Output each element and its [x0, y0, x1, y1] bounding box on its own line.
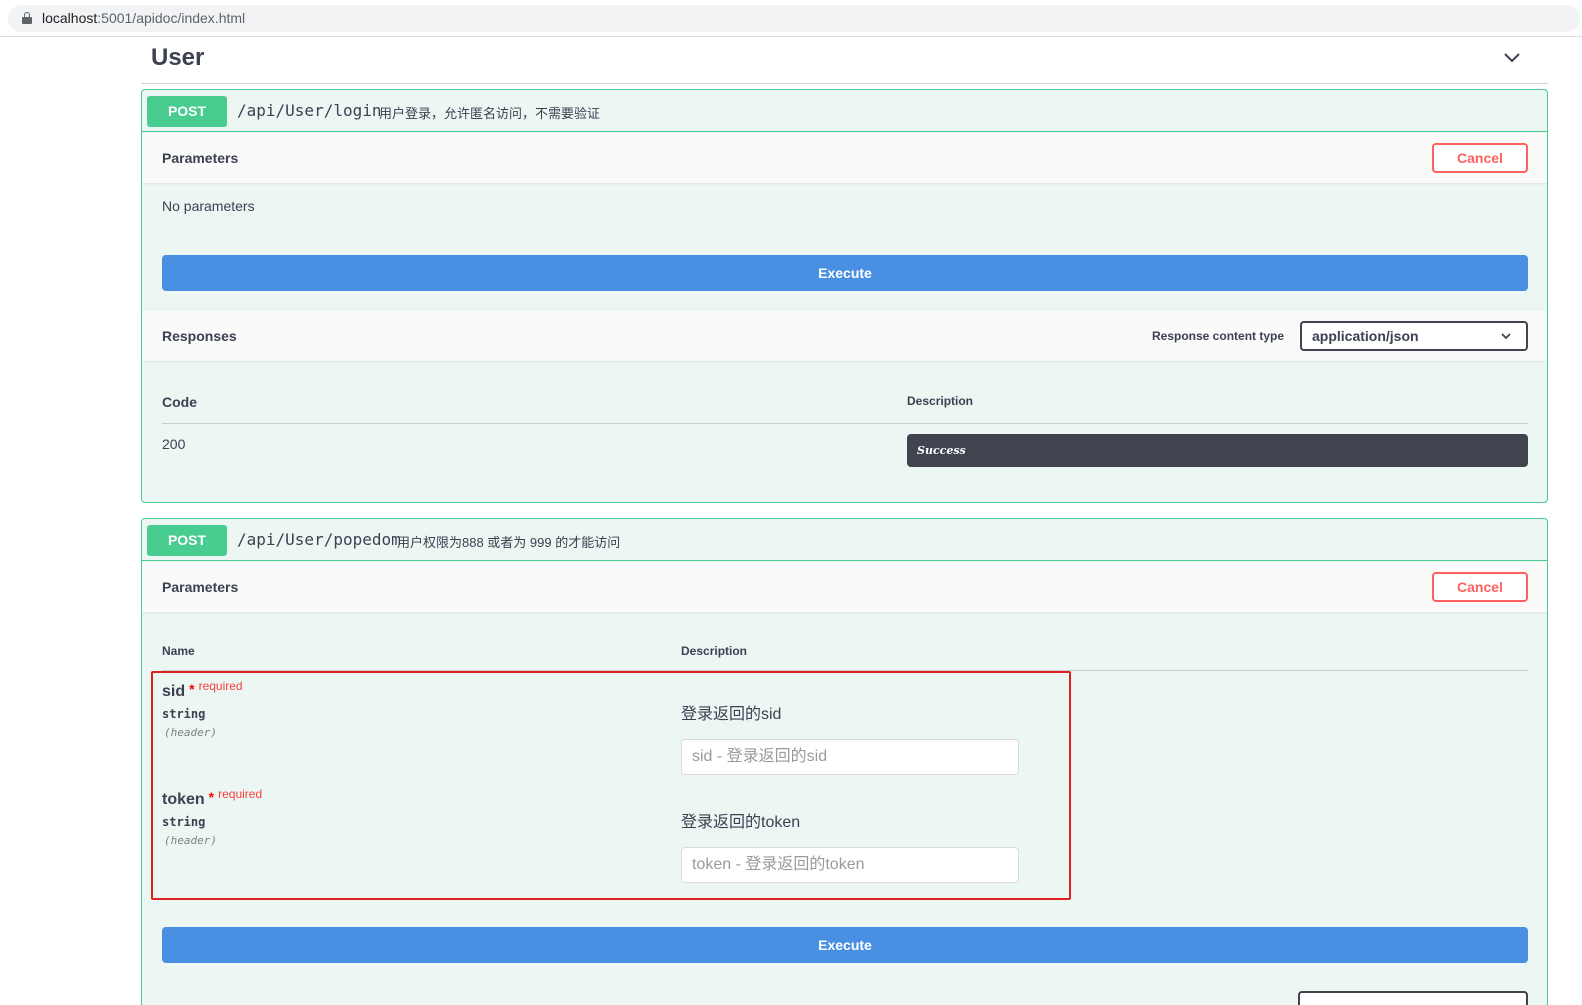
required-label: required: [198, 679, 243, 693]
param-name: sid: [162, 683, 186, 700]
parameters-header: Parameters Cancel: [142, 133, 1547, 183]
endpoint-path: /api/User/popedom: [237, 530, 401, 549]
endpoint-summary: 用户权限为888 或者为 999 的才能访问: [397, 535, 621, 550]
col-description-header: Description: [681, 644, 748, 658]
param-name: token: [162, 791, 205, 808]
browser-address-bar: localhost:5001/apidoc/index.html: [0, 0, 1582, 37]
execute-button[interactable]: Execute: [162, 255, 1528, 291]
url-field[interactable]: localhost:5001/apidoc/index.html: [8, 5, 1580, 32]
responses-header: Responses Response content type applicat…: [142, 311, 1547, 361]
chevron-down-icon[interactable]: [1503, 50, 1521, 64]
cancel-button[interactable]: Cancel: [1432, 572, 1528, 602]
param-location: (header): [164, 834, 217, 847]
method-badge: POST: [147, 96, 227, 127]
table-divider: [162, 423, 1528, 424]
param-name-sid: sid * required: [162, 679, 243, 701]
endpoint-summary: 用户登录，允许匿名访问，不需要验证: [379, 106, 601, 121]
param-name-token: token * required: [162, 787, 262, 809]
required-star: *: [189, 681, 195, 697]
no-parameters-text: No parameters: [162, 198, 255, 214]
lock-icon: [22, 12, 32, 24]
col-code-header: Code: [162, 394, 197, 410]
required-star: *: [208, 789, 215, 805]
param-type: string: [162, 815, 206, 829]
cancel-button[interactable]: Cancel: [1432, 143, 1528, 173]
required-label: required: [218, 787, 263, 801]
sid-input[interactable]: [681, 739, 1019, 775]
param-location: (header): [164, 726, 217, 739]
param-description: 登录返回的sid: [681, 706, 782, 723]
section-divider: [141, 83, 1548, 84]
param-description: 登录返回的token: [681, 814, 801, 831]
responses-title: Responses: [162, 328, 237, 344]
response-content-type-label: Response content type: [1152, 329, 1285, 343]
table-divider: [162, 670, 1528, 671]
opblock-summary[interactable]: POST /api/User/popedom 用户权限为888 或者为 999 …: [142, 519, 1547, 561]
url-text: localhost:5001/apidoc/index.html: [42, 10, 245, 26]
token-input[interactable]: [681, 847, 1019, 883]
opblock-popedom: POST /api/User/popedom 用户权限为888 或者为 999 …: [141, 518, 1548, 1005]
response-code: 200: [162, 436, 186, 452]
response-description-box: Success: [907, 434, 1528, 467]
opblock-login: POST /api/User/login 用户登录，允许匿名访问，不需要验证 P…: [141, 89, 1548, 503]
response-description: Success: [917, 444, 966, 457]
url-path: :5001/apidoc/index.html: [97, 10, 246, 26]
chevron-down-icon: [1501, 333, 1511, 340]
response-content-type-select[interactable]: application/json: [1300, 321, 1528, 351]
endpoint-path: /api/User/login: [237, 101, 382, 120]
method-badge: POST: [147, 525, 227, 556]
col-description-header: Description: [907, 394, 974, 408]
url-host: localhost: [42, 10, 98, 26]
select-value: application/json: [1312, 328, 1419, 344]
parameters-title: Parameters: [162, 579, 239, 595]
parameters-header: Parameters Cancel: [142, 562, 1547, 612]
param-type: string: [162, 707, 206, 721]
opblock-summary[interactable]: POST /api/User/login 用户登录，允许匿名访问，不需要验证: [142, 90, 1547, 132]
response-content-type-select[interactable]: [1298, 991, 1528, 1005]
col-name-header: Name: [162, 644, 195, 658]
execute-button[interactable]: Execute: [162, 927, 1528, 963]
parameters-title: Parameters: [162, 150, 239, 166]
section-title[interactable]: User: [151, 44, 204, 72]
